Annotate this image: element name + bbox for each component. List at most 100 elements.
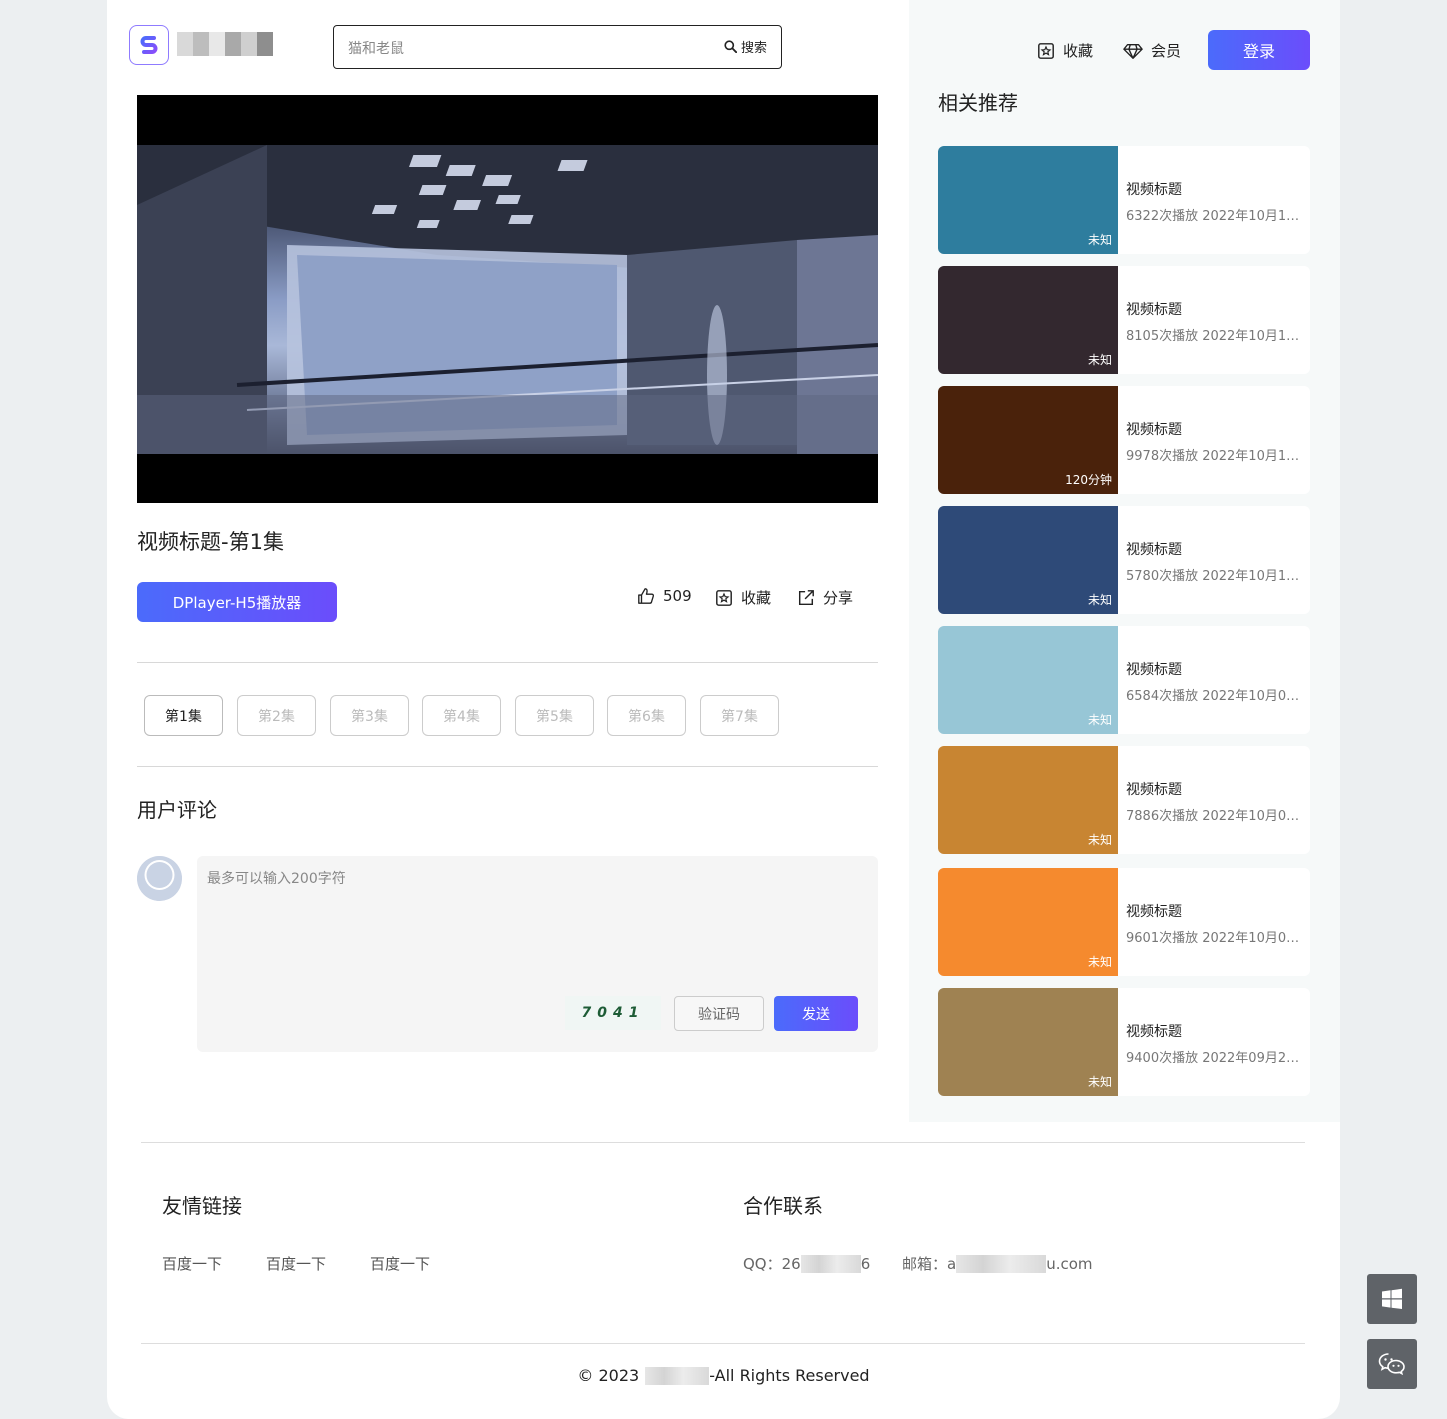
footer-divider <box>141 1343 1305 1344</box>
related-thumbnail: 未知 <box>938 626 1118 734</box>
related-thumbnail: 未知 <box>938 146 1118 254</box>
friend-link[interactable]: 百度一下 <box>370 1253 430 1274</box>
related-item[interactable]: 未知 视频标题 9601次播放 2022年10月01日 <box>938 868 1310 976</box>
avatar <box>137 856 182 901</box>
user-avatar-icon <box>137 856 182 901</box>
logo-icon <box>140 36 158 54</box>
related-thumbnail: 未知 <box>938 506 1118 614</box>
episode-button-6[interactable]: 第6集 <box>607 695 686 736</box>
related-item-meta: 7886次播放 2022年10月01日 <box>1126 809 1302 824</box>
comments-title: 用户评论 <box>137 798 217 822</box>
header-member-link[interactable]: 会员 <box>1123 40 1181 61</box>
video-frame-image <box>137 145 878 454</box>
redacted-text <box>800 1254 861 1273</box>
related-item-title: 视频标题 <box>1126 422 1182 438</box>
search-button[interactable]: 搜索 <box>724 37 767 56</box>
header-favorites-link[interactable]: 收藏 <box>1037 40 1093 61</box>
related-item[interactable]: 未知 视频标题 6322次播放 2022年10月10日 <box>938 146 1310 254</box>
related-item-title: 视频标题 <box>1126 542 1182 558</box>
captcha-input[interactable]: 验证码 <box>674 996 764 1031</box>
duration-badge: 未知 <box>1087 353 1112 367</box>
copyright-prefix: © 2023 <box>577 1366 640 1385</box>
windows-float-button[interactable] <box>1367 1274 1417 1324</box>
search-icon <box>724 40 737 53</box>
contact-qq: QQ： 26 6 <box>743 1253 870 1274</box>
share-button[interactable]: 分享 <box>797 587 853 608</box>
related-item-title: 视频标题 <box>1126 782 1182 798</box>
related-item-meta: 9978次播放 2022年10月10日 <box>1126 449 1302 464</box>
star-box-icon <box>1038 42 1054 59</box>
duration-badge: 未知 <box>1087 1075 1112 1089</box>
related-item-meta: 9601次播放 2022年10月01日 <box>1126 931 1302 946</box>
video-frame <box>137 145 878 454</box>
contact-email: 邮箱： a u.com <box>902 1253 1093 1274</box>
related-item-meta: 5780次播放 2022年10月10日 <box>1126 569 1302 584</box>
send-button[interactable]: 发送 <box>774 996 858 1031</box>
redacted-text <box>645 1366 710 1385</box>
like-count: 509 <box>663 587 692 605</box>
friend-link[interactable]: 百度一下 <box>162 1253 222 1274</box>
player-source-button[interactable]: DPlayer-H5播放器 <box>137 582 337 622</box>
related-item-title: 视频标题 <box>1126 904 1182 920</box>
thumbs-up-icon <box>638 588 655 604</box>
video-player[interactable] <box>137 95 878 503</box>
comment-textarea[interactable]: 最多可以输入200字符 <box>207 868 346 888</box>
share-icon <box>798 589 814 605</box>
episode-button-7[interactable]: 第7集 <box>700 695 779 736</box>
duration-badge: 未知 <box>1087 955 1112 969</box>
related-thumbnail: 未知 <box>938 868 1118 976</box>
search-input[interactable]: 猫和老鼠 <box>348 38 404 58</box>
login-button[interactable]: 登录 <box>1208 30 1310 70</box>
email-label: 邮箱： <box>902 1255 948 1273</box>
header-member-label: 会员 <box>1151 42 1182 60</box>
related-item-meta: 9400次播放 2022年09月23日 <box>1126 1051 1302 1066</box>
duration-badge: 120分钟 <box>1065 473 1112 487</box>
duration-badge: 未知 <box>1087 593 1112 607</box>
video-favorite-label: 收藏 <box>741 589 772 607</box>
related-item[interactable]: 未知 视频标题 5780次播放 2022年10月10日 <box>938 506 1310 614</box>
related-item[interactable]: 未知 视频标题 6584次播放 2022年10月01日 <box>938 626 1310 734</box>
duration-badge: 未知 <box>1087 713 1112 727</box>
divider <box>137 662 878 663</box>
friend-links-title: 友情链接 <box>162 1194 242 1218</box>
search-button-label: 搜索 <box>740 41 767 56</box>
search-bar: 猫和老鼠 搜索 <box>333 25 782 69</box>
episode-button-3[interactable]: 第3集 <box>330 695 409 736</box>
episode-button-5[interactable]: 第5集 <box>515 695 594 736</box>
episode-button-1[interactable]: 第1集 <box>144 695 223 736</box>
related-thumbnail: 未知 <box>938 988 1118 1096</box>
qq-end: 6 <box>860 1254 871 1273</box>
related-item-title: 视频标题 <box>1126 182 1182 198</box>
qq-label: QQ： <box>743 1255 782 1273</box>
related-item[interactable]: 未知 视频标题 7886次播放 2022年10月01日 <box>938 746 1310 854</box>
related-item-meta: 6584次播放 2022年10月01日 <box>1126 689 1302 704</box>
related-title: 相关推荐 <box>938 91 1018 115</box>
episode-button-4[interactable]: 第4集 <box>422 695 501 736</box>
related-item-meta: 8105次播放 2022年10月10日 <box>1126 329 1302 344</box>
episode-button-2[interactable]: 第2集 <box>237 695 316 736</box>
related-item[interactable]: 未知 视频标题 8105次播放 2022年10月10日 <box>938 266 1310 374</box>
related-thumbnail: 未知 <box>938 266 1118 374</box>
diamond-icon <box>1123 43 1143 59</box>
friend-link[interactable]: 百度一下 <box>266 1253 326 1274</box>
page-card: 猫和老鼠 搜索 收藏 会员 登录 视频标题-第1集 DPlayer-H5播放器 … <box>107 0 1340 1419</box>
wechat-float-button[interactable] <box>1367 1339 1417 1389</box>
video-title: 视频标题-第1集 <box>137 530 284 554</box>
related-item-meta: 6322次播放 2022年10月10日 <box>1126 209 1302 224</box>
duration-badge: 未知 <box>1087 233 1112 247</box>
header-favorites-label: 收藏 <box>1063 42 1094 60</box>
captcha-image[interactable]: 7041 <box>565 996 661 1030</box>
related-item-title: 视频标题 <box>1126 1024 1182 1040</box>
share-label: 分享 <box>823 589 854 607</box>
related-item-title: 视频标题 <box>1126 662 1182 678</box>
logo[interactable] <box>129 25 169 65</box>
copyright: © 2023 -All Rights Reserved <box>107 1366 1340 1385</box>
copyright-suffix: -All Rights Reserved <box>709 1366 870 1385</box>
video-favorite-button[interactable]: 收藏 <box>715 587 771 608</box>
related-item[interactable]: 120分钟 视频标题 9978次播放 2022年10月10日 <box>938 386 1310 494</box>
like-button[interactable]: 509 <box>637 587 692 605</box>
star-box-icon <box>716 589 732 606</box>
related-item[interactable]: 未知 视频标题 9400次播放 2022年09月23日 <box>938 988 1310 1096</box>
duration-badge: 未知 <box>1087 833 1112 847</box>
footer-divider <box>141 1142 1305 1143</box>
